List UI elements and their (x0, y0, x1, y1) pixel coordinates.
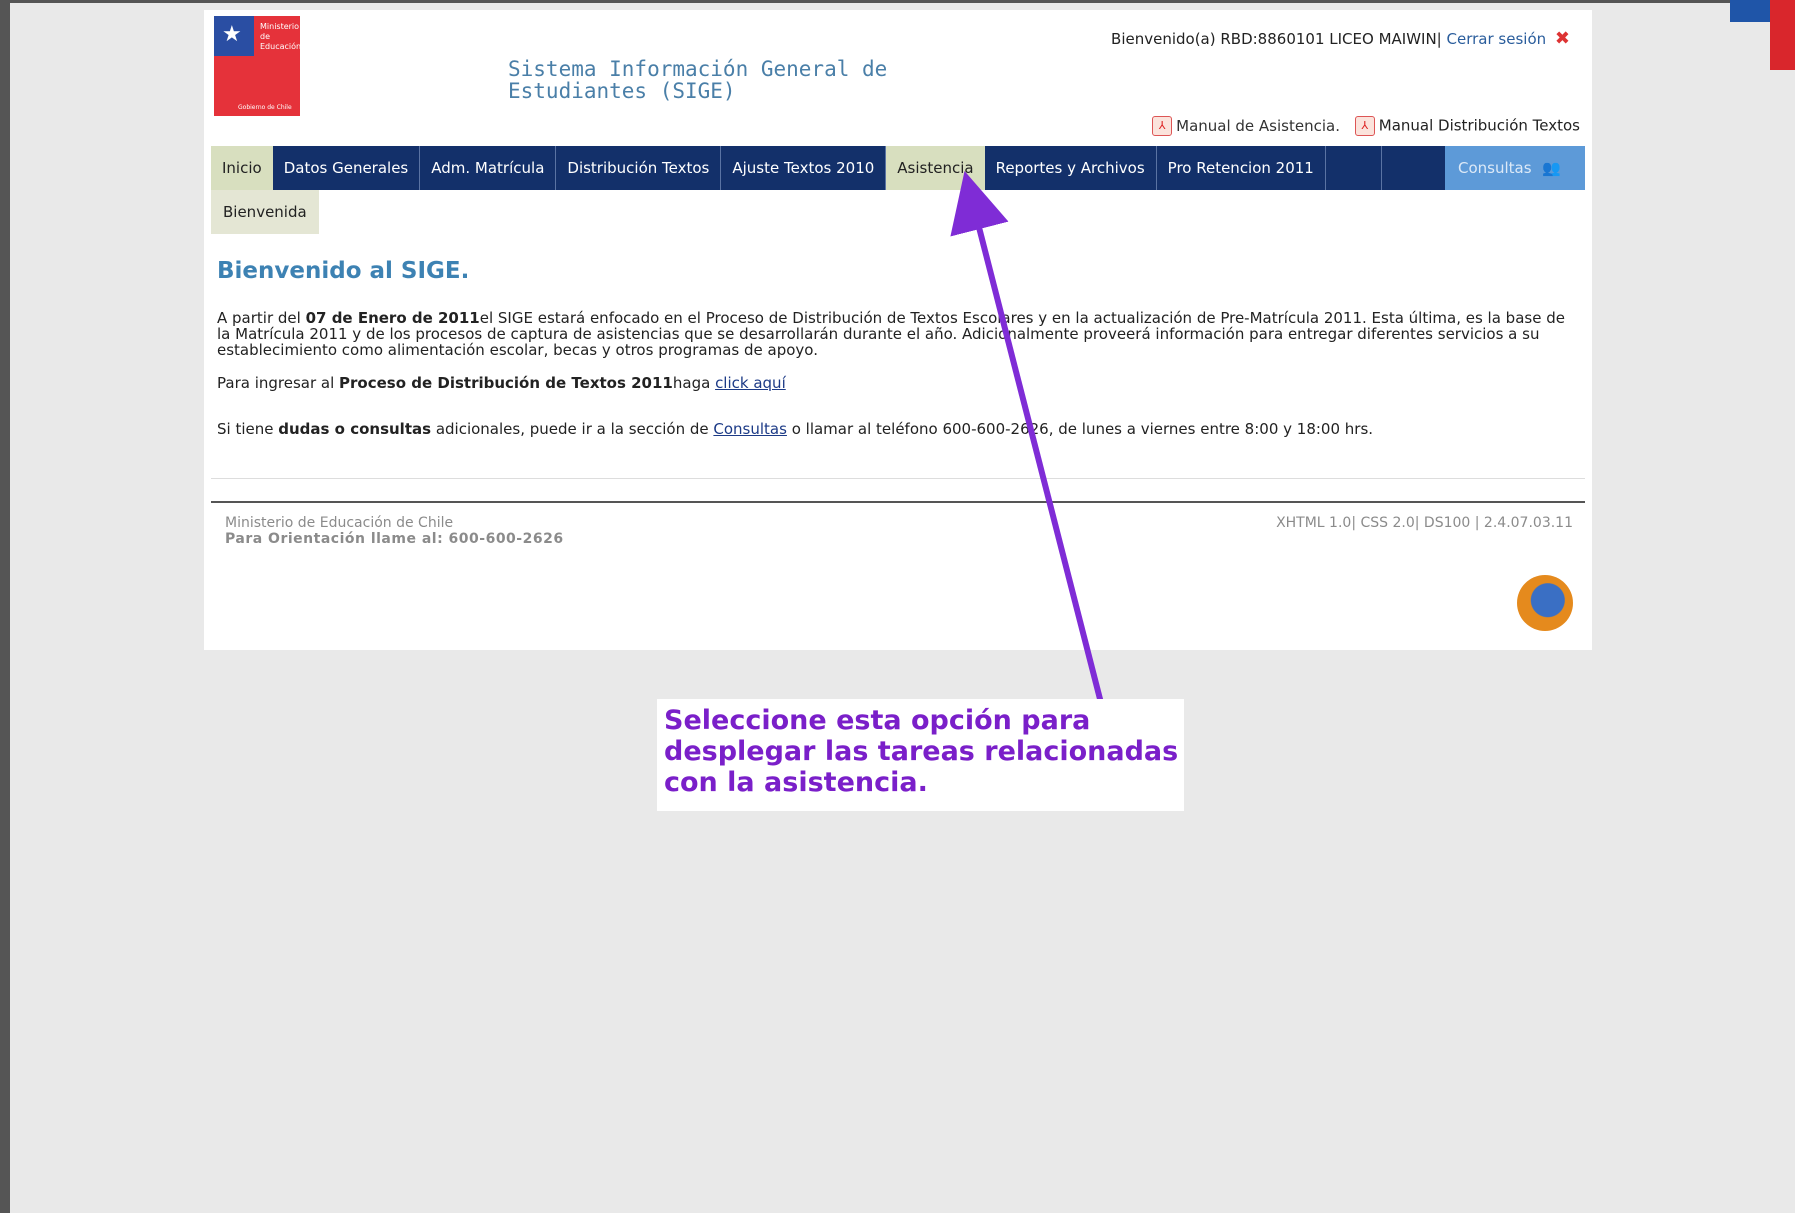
annotation-arrow (950, 170, 1113, 739)
annotation-text: Seleccione esta opción para desplegar la… (664, 705, 1179, 798)
